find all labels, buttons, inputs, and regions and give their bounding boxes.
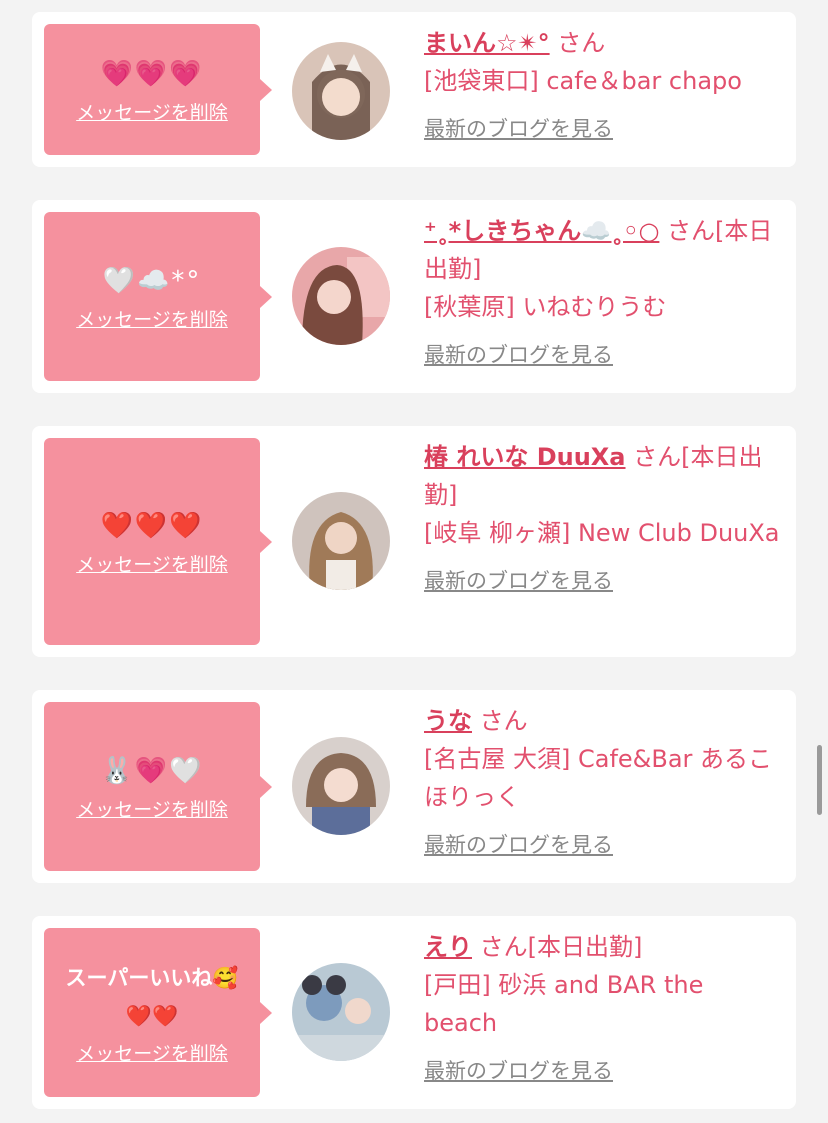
latest-blog-link[interactable]: 最新のブログを見る	[424, 826, 780, 864]
delete-message-link[interactable]: メッセージを削除	[76, 795, 228, 822]
avatar[interactable]	[292, 42, 390, 140]
user-name-link[interactable]: 椿 れいな DuuXa	[424, 443, 626, 471]
shop-name: [秋葉原] いねむりうむ	[424, 293, 667, 321]
message-bubble: 🐰💗🤍 メッセージを削除	[44, 702, 272, 871]
scrollbar[interactable]	[817, 745, 822, 815]
user-info: 椿 れいな DuuXa さん[本日出勤] [岐阜 柳ヶ瀬] New Club D…	[424, 438, 780, 600]
honorific: さん[本日出勤]	[479, 933, 643, 961]
avatar[interactable]	[292, 247, 390, 345]
message-text: ❤️❤️❤️	[100, 511, 204, 541]
shop-name: [名古屋 大須] Cafe&Bar あるこほりっく	[424, 745, 773, 811]
latest-blog-link[interactable]: 最新のブログを見る	[424, 336, 780, 374]
avatar[interactable]	[292, 737, 390, 835]
shop-name: [岐阜 柳ヶ瀬] New Club DuuXa	[424, 519, 780, 547]
user-name-link[interactable]: ⁺˳*しきちゃん☁️˳◦○	[424, 217, 659, 245]
message-bubble: 🤍☁️*° メッセージを削除	[44, 212, 272, 381]
message-bubble: 💗💗💗 メッセージを削除	[44, 24, 272, 155]
delete-message-link[interactable]: メッセージを削除	[76, 550, 228, 577]
avatar[interactable]	[292, 492, 390, 590]
latest-blog-link[interactable]: 最新のブログを見る	[424, 110, 780, 148]
user-info: うな さん [名古屋 大須] Cafe&Bar あるこほりっく 最新のブログを見…	[424, 702, 780, 864]
message-card: スーパーいいね🥰 ❤️❤️ メッセージを削除 えり さん[本日出勤] [戸田] …	[32, 916, 796, 1109]
user-info: ⁺˳*しきちゃん☁️˳◦○ さん[本日出勤] [秋葉原] いねむりうむ 最新のブ…	[424, 212, 780, 374]
user-name-link[interactable]: うな	[424, 707, 472, 735]
latest-blog-link[interactable]: 最新のブログを見る	[424, 1052, 780, 1090]
message-text: スーパーいいね🥰 ❤️❤️	[65, 966, 239, 1028]
message-text: 🤍☁️*°	[102, 266, 202, 296]
honorific: さん	[479, 707, 528, 735]
message-card: 🤍☁️*° メッセージを削除 ⁺˳*しきちゃん☁️˳◦○ さん[本日出勤] [秋…	[32, 200, 796, 393]
avatar[interactable]	[292, 963, 390, 1061]
user-info: まいん☆✴︎° さん [池袋東口] cafe＆bar chapo 最新のブログを…	[424, 24, 780, 148]
message-text: 🐰💗🤍	[100, 756, 204, 786]
shop-name: [池袋東口] cafe＆bar chapo	[424, 67, 742, 95]
delete-message-link[interactable]: メッセージを削除	[76, 98, 228, 125]
message-bubble: スーパーいいね🥰 ❤️❤️ メッセージを削除	[44, 928, 272, 1097]
message-card: ❤️❤️❤️ メッセージを削除 椿 れいな DuuXa さん[本日出勤] [岐阜…	[32, 426, 796, 657]
message-bubble: ❤️❤️❤️ メッセージを削除	[44, 438, 272, 645]
delete-message-link[interactable]: メッセージを削除	[76, 305, 228, 332]
honorific: さん	[557, 29, 606, 57]
user-name-link[interactable]: えり	[424, 933, 472, 961]
shop-name: [戸田] 砂浜 and BAR the beach	[424, 971, 704, 1037]
user-info: えり さん[本日出勤] [戸田] 砂浜 and BAR the beach 最新…	[424, 928, 780, 1090]
message-card: 🐰💗🤍 メッセージを削除 うな さん [名古屋 大須] Cafe&Bar あるこ…	[32, 690, 796, 883]
message-text: 💗💗💗	[100, 59, 204, 89]
delete-message-link[interactable]: メッセージを削除	[76, 1039, 228, 1066]
latest-blog-link[interactable]: 最新のブログを見る	[424, 562, 780, 600]
user-name-link[interactable]: まいん☆✴︎°	[424, 29, 550, 57]
message-card: 💗💗💗 メッセージを削除 まいん☆✴︎° さん [池袋東口] cafe＆bar …	[32, 12, 796, 167]
